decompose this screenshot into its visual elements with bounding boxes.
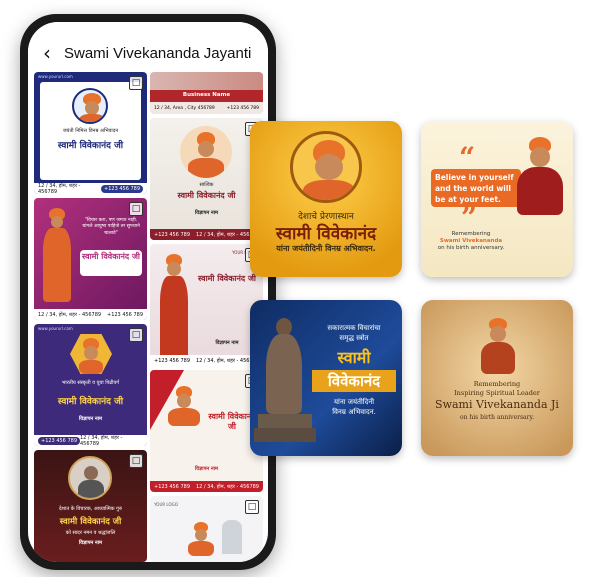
template-tile[interactable]: Remembering Inspiring Spiritual Leader S… <box>421 300 573 456</box>
card-name: स्वामी विवेकानंद जी <box>57 141 124 151</box>
card-footer: +123 456 789 12 / 34, होम, शहर - 456789 <box>150 481 263 492</box>
template-card[interactable]: YOUR LOGO स्वामी विवेकानंद जी विज्ञापन न… <box>150 244 263 366</box>
tile-line3: स्वामी <box>337 348 371 367</box>
card-subtitle: देशात के विचारक, आध्यात्मिक गुरु <box>59 506 122 512</box>
card-phone: +123 456 789 <box>107 311 143 318</box>
card-address: 12 / 34, होम, शहर - 456789 <box>38 182 81 195</box>
portrait <box>164 386 204 426</box>
tile-quote-line2: and the world will <box>435 184 511 193</box>
figure <box>509 135 569 235</box>
template-grid: www.yoururl.com जयंती निमित्त विनम्र अभि… <box>34 72 264 562</box>
bookmark-icon[interactable]: □ <box>129 454 143 468</box>
bookmark-icon[interactable]: □ <box>129 202 143 216</box>
card-subtitle: जयंती निमित्त विनम्र अभिवादन <box>62 128 119 134</box>
template-tile[interactable]: देशाचे प्रेरणास्थान स्वामी विवेकानंद यां… <box>250 121 402 277</box>
card-url: www.yoururl.com <box>38 74 73 79</box>
card-name: स्वामी विवेकानंद जी <box>82 252 140 261</box>
card-footer: 12 / 34, होम, शहर - 456789 +123 456 789 <box>34 183 147 194</box>
template-tile[interactable]: “ Believe in yourself and the world will… <box>421 121 573 277</box>
tile-line4: on his birth anniversary. <box>459 414 535 421</box>
card-title: स्वामी विवेकानंद जी <box>198 274 256 283</box>
figure <box>37 204 77 304</box>
card-footer: +123 456 789 12 / 34, होम, शहर - 456789 <box>150 229 263 240</box>
portrait <box>290 131 362 203</box>
phone-screen: ‹ Swami Vivekananda Jayanti www.yoururl.… <box>28 22 268 562</box>
card-business-name: Business Name <box>182 92 231 98</box>
card-address: 12 / 34, Area , City 456789 <box>154 105 215 111</box>
tile-line1: सकारात्मक विचारांचा <box>327 324 381 332</box>
template-card[interactable]: www.yoururl.com जयंती निमित्त विनम्र अभि… <box>34 72 147 194</box>
tile-caption2: Swami Vivekananda <box>439 238 503 244</box>
template-card[interactable]: www.yoururl.com भारतीय संस्कृती व युवा प… <box>34 324 147 446</box>
template-card[interactable]: सात्विक स्वामी विवेकानंद जी विज्ञापन नाम… <box>150 118 263 240</box>
app-bar: ‹ Swami Vivekananda Jayanti <box>28 22 268 70</box>
card-signature: विज्ञापन नाम <box>195 210 218 216</box>
statue <box>254 316 316 456</box>
figure <box>479 318 517 374</box>
bookmark-icon[interactable]: □ <box>129 328 143 342</box>
card-top-label: सात्विक <box>199 182 214 188</box>
card-quote: "विचार करा, पण जगात नाही. चांगले आयुष्य … <box>82 218 140 236</box>
portrait <box>68 456 112 500</box>
tile-line1: Remembering <box>473 380 521 388</box>
card-signature: विज्ञापन नाम <box>79 416 102 422</box>
template-card[interactable]: "विचार करा, पण जगात नाही. चांगले आयुष्य … <box>34 198 147 320</box>
portrait <box>180 126 232 178</box>
card-footer: +123 456 789 12 / 34, होम, शहर - 456789 <box>34 435 147 446</box>
tile-line4: विवेकानंद <box>327 372 381 390</box>
tile-line5: यांना जयंतीदिनी <box>333 398 375 406</box>
card-address: 12 / 34, होम, शहर - 456789 <box>79 434 123 447</box>
card-name: स्वामी विवेकानंद जी <box>57 397 124 407</box>
tile-line2: स्वामी विवेकानंद <box>275 224 377 244</box>
hexagon-frame <box>70 334 112 374</box>
card-phone: +123 456 789 <box>101 184 143 193</box>
card-signature: विज्ञापन नाम <box>79 170 102 176</box>
tile-caption1: Remembering <box>451 231 491 237</box>
card-name: स्वामी विवेकानंद जी <box>59 517 122 527</box>
tile-line6: विनम्र अभिवादन. <box>332 408 376 416</box>
card-footer: 12 / 34, होम, शहर - 456789 +123 456 789 <box>34 309 147 320</box>
tile-line3: Swami Vivekananda Ji <box>435 398 559 411</box>
card-phone: +123 456 789 <box>226 105 259 111</box>
card-tagline: को सादर नमन व श्रद्धांजलि <box>65 530 116 536</box>
card-address: 12 / 34, होम, शहर - 456789 <box>38 311 102 318</box>
tile-line2: समृद्ध स्त्रोत <box>339 334 369 342</box>
card-logo: YOUR LOGO <box>154 502 178 507</box>
template-card[interactable]: YOUR LOGO □ <box>150 496 263 562</box>
figure <box>156 252 192 362</box>
card-phone: +123 456 789 <box>38 436 80 445</box>
tile-line3: यांना जयंतीदिनी विनम्र अभिवादन. <box>276 244 376 253</box>
tile-line2: Inspiring Spiritual Leader <box>454 389 540 397</box>
portrait <box>72 88 108 124</box>
template-tile[interactable]: सकारात्मक विचारांचा समृद्ध स्त्रोत स्वाम… <box>250 300 402 456</box>
card-url: www.yoururl.com <box>38 326 73 331</box>
phone-frame: ‹ Swami Vivekananda Jayanti www.yoururl.… <box>20 14 276 570</box>
card-subtitle: भारतीय संस्कृती व युवा पिढीवर्ग <box>61 380 120 386</box>
card-signature: विज्ञापन नाम <box>79 540 102 546</box>
card-footer: +123 456 789 12 / 34, होम, शहर - 456789 <box>150 355 263 366</box>
card-title: स्वामी विवेकानंद जी <box>177 191 236 200</box>
tile-quote-line1: Believe in yourself <box>435 173 514 182</box>
page-title: Swami Vivekananda Jayanti <box>64 44 252 62</box>
tile-caption3: on his birth anniversary. <box>437 245 505 251</box>
bookmark-icon[interactable]: □ <box>245 500 259 514</box>
card-signature: विज्ञापन नाम <box>195 466 218 472</box>
template-card[interactable]: स्वामी विवेकानंद जी विज्ञापन नाम +123 45… <box>150 370 263 492</box>
card-phone: +123 456 789 <box>154 231 190 238</box>
template-card[interactable]: देशात के विचारक, आध्यात्मिक गुरु स्वामी … <box>34 450 147 562</box>
card-address: 12 / 34, होम, शहर - 456789 <box>195 483 259 490</box>
card-phone: +123 456 789 <box>154 483 190 490</box>
back-arrow-icon[interactable]: ‹ <box>36 41 58 65</box>
card-phone: +123 456 789 <box>154 357 190 364</box>
portrait <box>184 522 218 556</box>
template-card[interactable]: Business Name 12 / 34, Area , City 45678… <box>150 72 263 114</box>
quote-close-icon: ” <box>461 201 478 234</box>
bookmark-icon[interactable]: □ <box>129 76 143 90</box>
